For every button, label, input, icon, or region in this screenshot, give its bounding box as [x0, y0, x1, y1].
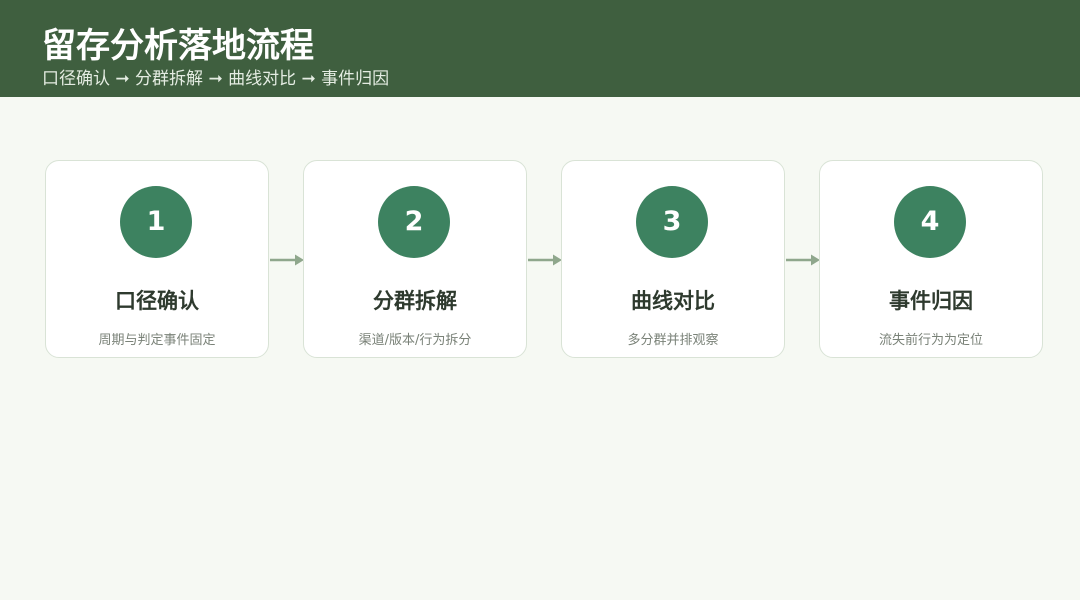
- flow-arrow-icon: [786, 254, 820, 266]
- step-description: 周期与判定事件固定: [98, 333, 216, 348]
- step-title: 事件归因: [889, 289, 973, 313]
- step-card-1: 1 口径确认 周期与判定事件固定: [45, 160, 269, 358]
- flow-arrow-icon: [270, 254, 304, 266]
- flow-arrow-icon: [528, 254, 562, 266]
- step-title: 口径确认: [115, 289, 199, 313]
- step-card-2: 2 分群拆解 渠道/版本/行为拆分: [303, 160, 527, 358]
- step-card-4: 4 事件归因 流失前行为为定位: [819, 160, 1043, 358]
- step-description: 多分群并排观察: [627, 333, 719, 348]
- step-number-badge: 3: [636, 186, 708, 258]
- step-number-badge: 1: [120, 186, 192, 258]
- step-number-badge: 4: [894, 186, 966, 258]
- step-number-badge: 2: [378, 186, 450, 258]
- step-title: 分群拆解: [373, 289, 457, 313]
- step-description: 渠道/版本/行为拆分: [358, 333, 472, 348]
- step-description: 流失前行为为定位: [878, 333, 983, 348]
- process-flow: 1 口径确认 周期与判定事件固定 2 分群拆解 渠道/版本/行为拆分 3 曲线对…: [0, 0, 1080, 600]
- step-title: 曲线对比: [631, 289, 715, 313]
- step-card-3: 3 曲线对比 多分群并排观察: [561, 160, 785, 358]
